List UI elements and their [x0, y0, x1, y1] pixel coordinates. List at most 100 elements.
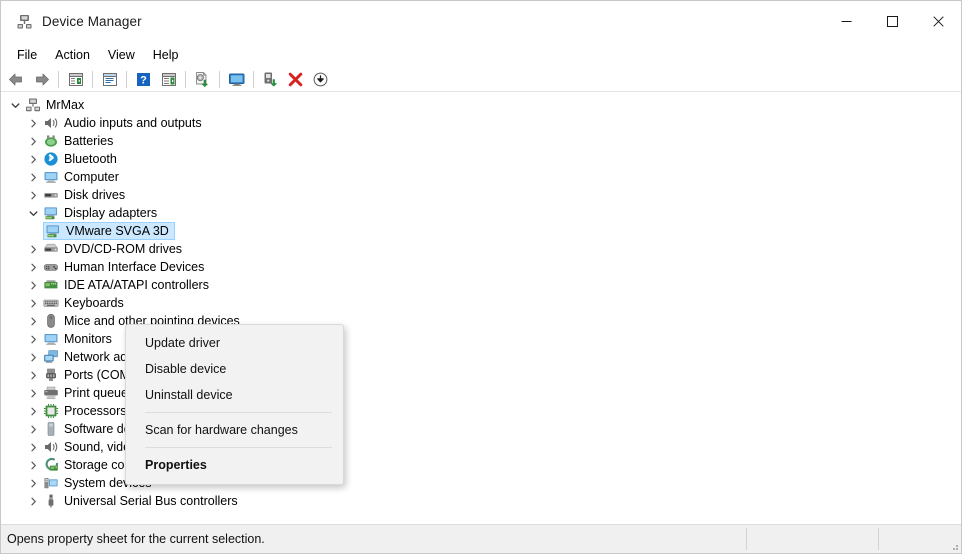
monitor-icon: [42, 331, 60, 347]
tree-item-dvd-cd-rom-drives[interactable]: DVD/CD-ROM drives: [1, 240, 961, 258]
toolbar-separator-2: [92, 70, 93, 88]
tree-item-label: IDE ATA/ATAPI controllers: [64, 278, 209, 292]
chevron-down-icon[interactable]: [25, 204, 41, 222]
title-bar: Device Manager: [1, 1, 961, 42]
menu-file[interactable]: File: [8, 45, 46, 65]
chevron-right-icon[interactable]: [25, 420, 41, 438]
chevron-right-icon[interactable]: [25, 348, 41, 366]
maximize-button[interactable]: [869, 1, 915, 42]
window-title: Device Manager: [42, 14, 142, 29]
tree-item-universal-serial-bus-controllers[interactable]: Universal Serial Bus controllers: [1, 492, 961, 510]
bluetooth-icon: [42, 151, 60, 167]
window-controls: [823, 1, 961, 42]
tree-item-label: Universal Serial Bus controllers: [64, 494, 238, 508]
tree-item-bluetooth[interactable]: Bluetooth: [1, 150, 961, 168]
chevron-right-icon[interactable]: [25, 438, 41, 456]
chevron-down-icon[interactable]: [7, 96, 23, 114]
chevron-right-icon[interactable]: [25, 132, 41, 150]
tree-item-human-interface-devices[interactable]: Human Interface Devices: [1, 258, 961, 276]
keyboard-icon: [42, 295, 60, 311]
chevron-right-icon[interactable]: [25, 258, 41, 276]
tree-item-keyboards[interactable]: Keyboards: [1, 294, 961, 312]
menu-help[interactable]: Help: [144, 45, 188, 65]
tree-item-batteries[interactable]: Batteries: [1, 132, 961, 150]
tree-item-display-adapters[interactable]: Display adapters: [1, 204, 961, 222]
toolbar-separator-1: [58, 70, 59, 88]
tree-item-disk-drives[interactable]: Disk drives: [1, 186, 961, 204]
ctx-properties[interactable]: Properties: [126, 452, 343, 478]
ctx-update-driver[interactable]: Update driver: [126, 330, 343, 356]
uninstall-device-button[interactable]: [283, 68, 308, 90]
chevron-right-icon[interactable]: [25, 492, 41, 510]
context-menu-separator-2: [145, 447, 332, 448]
tree-item-ide-ata-atapi-controllers[interactable]: IDE ATA/ATAPI controllers: [1, 276, 961, 294]
tree-item-vmware-svga-3d[interactable]: VMware SVGA 3D: [1, 222, 961, 240]
computer-icon: [42, 169, 60, 185]
resize-grip[interactable]: [947, 539, 959, 551]
chevron-right-icon[interactable]: [25, 456, 41, 474]
chevron-right-icon[interactable]: [25, 150, 41, 168]
help-button[interactable]: ?: [131, 68, 156, 90]
minimize-button[interactable]: [823, 1, 869, 42]
toolbar-separator-5: [219, 70, 220, 88]
chevron-right-icon[interactable]: [25, 402, 41, 420]
forward-button[interactable]: [29, 68, 54, 90]
tree-item-label: Processors: [64, 404, 127, 418]
chevron-right-icon[interactable]: [25, 312, 41, 330]
software-device-icon: [42, 421, 60, 437]
speaker-icon: [42, 439, 60, 455]
device-tree[interactable]: MrMax Audio inputs and outputs Batteries…: [1, 92, 961, 524]
tree-item-label: Audio inputs and outputs: [64, 116, 202, 130]
chevron-right-icon[interactable]: [25, 474, 41, 492]
svg-text:?: ?: [140, 74, 147, 86]
show-hide-console-tree-button[interactable]: [63, 68, 88, 90]
close-button[interactable]: [915, 1, 961, 42]
tree-item-label: Human Interface Devices: [64, 260, 205, 274]
update-driver-button[interactable]: [190, 68, 215, 90]
chevron-right-icon[interactable]: [25, 294, 41, 312]
menu-action[interactable]: Action: [46, 45, 99, 65]
speaker-icon: [42, 115, 60, 131]
context-menu: Update driver Disable device Uninstall d…: [125, 324, 344, 485]
toolbar-separator-6: [253, 70, 254, 88]
menu-view[interactable]: View: [99, 45, 144, 65]
tree-root-mrmax[interactable]: MrMax: [1, 96, 961, 114]
tree-item-label: Computer: [64, 170, 119, 184]
status-bar-divider-2: [878, 528, 879, 550]
chevron-right-icon[interactable]: [25, 168, 41, 186]
tree-item-audio-inputs-and-outputs[interactable]: Audio inputs and outputs: [1, 114, 961, 132]
chevron-right-icon[interactable]: [25, 384, 41, 402]
tree-item-label: Keyboards: [64, 296, 124, 310]
tree-item-label: Disk drives: [64, 188, 126, 202]
chevron-right-icon[interactable]: [25, 186, 41, 204]
chevron-right-icon[interactable]: [25, 114, 41, 132]
printer-icon: [42, 385, 60, 401]
device-manager-icon: [15, 13, 33, 30]
tree-item-label: Monitors: [64, 332, 112, 346]
tree-item-label: Print queues: [64, 386, 135, 400]
disable-device-button[interactable]: [308, 68, 333, 90]
ctx-disable-device[interactable]: Disable device: [126, 356, 343, 382]
tree-item-computer[interactable]: Computer: [1, 168, 961, 186]
dvd-drive-icon: [42, 241, 60, 257]
device-manager-window: Device Manager File Action View Help ? M…: [0, 0, 962, 554]
enable-device-button[interactable]: [258, 68, 283, 90]
port-icon: [42, 367, 60, 383]
back-button[interactable]: [4, 68, 29, 90]
computer-root-icon: [24, 97, 42, 113]
chevron-right-icon[interactable]: [25, 330, 41, 348]
chevron-right-icon[interactable]: [25, 366, 41, 384]
ctx-scan-hardware-changes[interactable]: Scan for hardware changes: [126, 417, 343, 443]
tree-item-label: Batteries: [64, 134, 114, 148]
battery-icon: [42, 133, 60, 149]
show-hide-action-pane-button[interactable]: [156, 68, 181, 90]
ide-controller-icon: [42, 277, 60, 293]
context-menu-separator-1: [145, 412, 332, 413]
chevron-right-icon[interactable]: [25, 240, 41, 258]
tree-item-label: Display adapters: [64, 206, 158, 220]
scan-hardware-changes-button[interactable]: [224, 68, 249, 90]
properties-button[interactable]: [97, 68, 122, 90]
title-bar-left: Device Manager: [1, 13, 142, 30]
chevron-right-icon[interactable]: [25, 276, 41, 294]
ctx-uninstall-device[interactable]: Uninstall device: [126, 382, 343, 408]
